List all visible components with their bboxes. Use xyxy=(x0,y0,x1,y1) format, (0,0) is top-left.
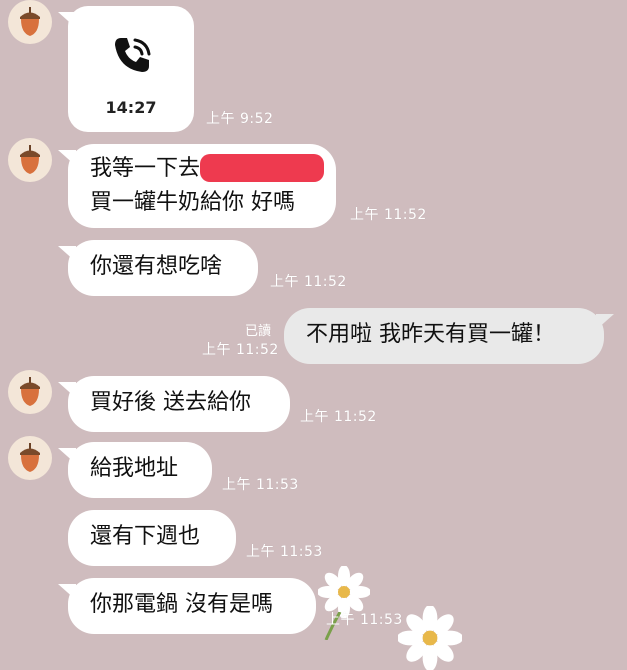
message-text: 買一罐牛奶給你 好嗎 xyxy=(90,190,295,215)
timestamp: 上午 11:53 xyxy=(326,612,403,628)
acorn-icon xyxy=(20,145,40,174)
daisy-flower-icon xyxy=(398,606,462,670)
message-text: 不用啦 我昨天有買一罐！ xyxy=(306,322,555,347)
acorn-icon xyxy=(20,443,40,472)
timestamp: 上午 11:52 xyxy=(350,207,427,223)
timestamp: 上午 11:53 xyxy=(246,544,323,560)
phone-call-icon xyxy=(115,38,151,72)
acorn-icon xyxy=(20,377,40,406)
timestamp: 上午 11:52 xyxy=(300,409,377,425)
call-duration: 14:27 xyxy=(105,98,157,117)
message-text: 給我地址 xyxy=(90,456,179,481)
message-bubble[interactable]: 買好後 送去給你 xyxy=(58,376,290,432)
redaction-mark xyxy=(200,154,324,182)
contact-avatar[interactable] xyxy=(8,138,52,182)
message-bubble[interactable]: 給我地址 xyxy=(58,442,212,498)
read-receipt: 已讀 xyxy=(245,324,272,339)
message-text: 還有下週也 xyxy=(90,524,201,549)
timestamp: 上午 11:52 xyxy=(270,274,347,290)
message-bubble[interactable]: 你還有想吃啥 xyxy=(58,240,258,296)
contact-avatar[interactable] xyxy=(8,370,52,414)
message-text: 你還有想吃啥 xyxy=(90,254,223,279)
contact-avatar[interactable] xyxy=(8,0,52,44)
call-record-card[interactable]: 14:27 xyxy=(58,6,194,132)
message-bubble[interactable]: 你那電鍋 沒有是嗎 xyxy=(58,578,316,634)
contact-avatar[interactable] xyxy=(8,436,52,480)
message-text: 買好後 送去給你 xyxy=(90,390,251,415)
message-text: 你那電鍋 沒有是嗎 xyxy=(90,592,273,617)
message-bubble[interactable]: 我等一下去 買一罐牛奶給你 好嗎 xyxy=(58,144,336,228)
timestamp: 上午 11:53 xyxy=(222,477,299,493)
acorn-icon xyxy=(20,7,40,36)
timestamp: 上午 11:52 xyxy=(202,342,279,358)
message-bubble[interactable]: 還有下週也 xyxy=(68,510,236,566)
outgoing-message-bubble[interactable]: 不用啦 我昨天有買一罐！ xyxy=(284,308,614,364)
timestamp: 上午 9:52 xyxy=(206,111,274,127)
